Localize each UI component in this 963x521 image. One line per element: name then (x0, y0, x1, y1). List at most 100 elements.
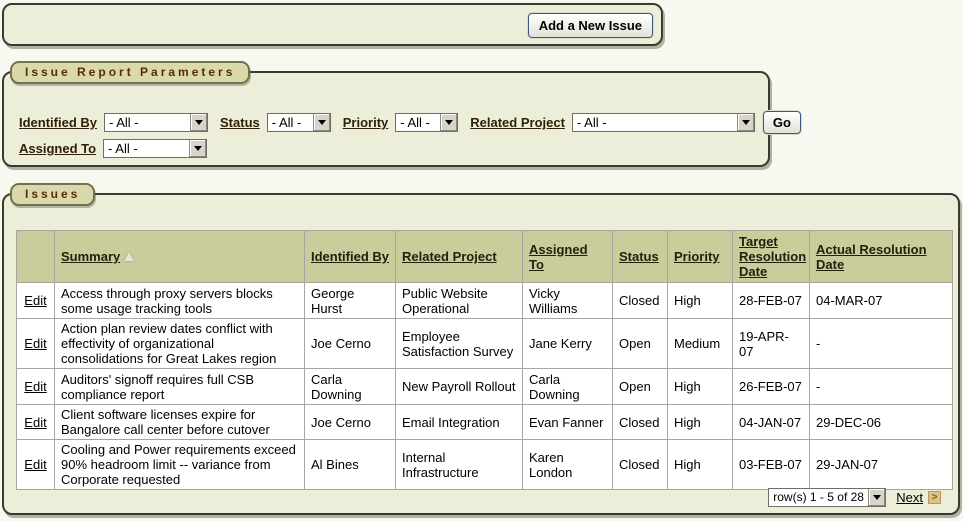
sort-asc-icon (124, 252, 135, 261)
cell-edit: Edit (16, 368, 55, 405)
column-header-edit (16, 230, 55, 283)
cell-priority: High (667, 282, 733, 319)
column-header-summary: Summary (54, 230, 305, 283)
priority-sort-link[interactable]: Priority (674, 249, 720, 264)
related-project-label[interactable]: Related Project (470, 115, 565, 130)
cell-related-project: Email Integration (395, 404, 523, 440)
cell-related-project: New Payroll Rollout (395, 368, 523, 405)
summary-sort-link[interactable]: Summary (61, 249, 120, 264)
identified-by-value: - All - (109, 115, 139, 130)
cell-actual-resolution-date: - (809, 368, 953, 405)
identified-by-sort-link[interactable]: Identified By (311, 249, 389, 264)
parameters-row-1: Identified By - All - Status - All - Pri… (19, 111, 801, 134)
status-select[interactable]: - All - (266, 113, 331, 132)
target-resolution-date-sort-link[interactable]: Target Resolution Date (739, 234, 806, 279)
cell-related-project: Public Website Operational (395, 282, 523, 319)
row-range-select[interactable]: row(s) 1 - 5 of 28 (768, 488, 887, 507)
cell-actual-resolution-date: 29-JAN-07 (809, 439, 953, 490)
cell-summary: Client software licenses expire for Bang… (54, 404, 305, 440)
table-row: Edit Cooling and Power requirements exce… (16, 439, 953, 490)
table-row: Edit Access through proxy servers blocks… (16, 282, 953, 319)
edit-link[interactable]: Edit (24, 336, 46, 351)
cell-assigned-to: Carla Downing (522, 368, 613, 405)
cell-identified-by: Joe Cerno (304, 318, 396, 369)
status-label[interactable]: Status (220, 115, 260, 130)
cell-actual-resolution-date: 29-DEC-06 (809, 404, 953, 440)
identified-by-label[interactable]: Identified By (19, 115, 97, 130)
cell-assigned-to: Karen London (522, 439, 613, 490)
assigned-to-label[interactable]: Assigned To (19, 141, 96, 156)
next-arrow-icon[interactable]: > (928, 491, 941, 504)
edit-link[interactable]: Edit (24, 379, 46, 394)
cell-target-resolution-date: 03-FEB-07 (732, 439, 810, 490)
cell-summary: Action plan review dates conflict with e… (54, 318, 305, 369)
cell-target-resolution-date: 26-FEB-07 (732, 368, 810, 405)
edit-link[interactable]: Edit (24, 293, 46, 308)
cell-status: Closed (612, 404, 668, 440)
cell-status: Open (612, 318, 668, 369)
cell-target-resolution-date: 28-FEB-07 (732, 282, 810, 319)
edit-link[interactable]: Edit (24, 415, 46, 430)
cell-edit: Edit (16, 318, 55, 369)
issue-report-parameters-region: Identified By - All - Status - All - Pri… (2, 71, 801, 167)
related-project-value: - All - (576, 115, 607, 130)
column-header-actual-resolution-date: Actual Resolution Date (809, 230, 953, 283)
cell-identified-by: Carla Downing (304, 368, 396, 405)
cell-actual-resolution-date: 04-MAR-07 (809, 282, 953, 319)
status-group: Status - All - (220, 113, 331, 132)
cell-summary: Cooling and Power requirements exceed 90… (54, 439, 305, 490)
cell-identified-by: George Hurst (304, 282, 396, 319)
related-project-sort-link[interactable]: Related Project (402, 249, 497, 264)
table-row: Edit Auditors' signoff requires full CSB… (16, 368, 953, 405)
cell-target-resolution-date: 19-APR-07 (732, 318, 810, 369)
cell-edit: Edit (16, 439, 55, 490)
assigned-to-sort-link[interactable]: Assigned To (529, 242, 588, 272)
issues-table-body: Edit Access through proxy servers blocks… (16, 282, 953, 490)
dropdown-arrow-icon (312, 114, 330, 131)
cell-identified-by: Joe Cerno (304, 404, 396, 440)
cell-priority: High (667, 404, 733, 440)
cell-assigned-to: Vicky Williams (522, 282, 613, 319)
cell-target-resolution-date: 04-JAN-07 (732, 404, 810, 440)
cell-related-project: Internal Infrastructure (395, 439, 523, 490)
column-header-priority: Priority (667, 230, 733, 283)
cell-summary: Auditors' signoff requires full CSB comp… (54, 368, 305, 405)
identified-by-select[interactable]: - All - (104, 113, 209, 132)
issues-table: Summary Identified By Related Project As… (16, 230, 953, 490)
cell-summary: Access through proxy servers blocks some… (54, 282, 305, 319)
add-new-issue-button[interactable]: Add a New Issue (527, 13, 653, 38)
assigned-to-select[interactable]: - All - (103, 139, 208, 158)
cell-priority: Medium (667, 318, 733, 369)
dropdown-arrow-icon (189, 140, 207, 157)
toolbar-region: Add a New Issue (2, 3, 663, 46)
priority-group: Priority - All - (343, 113, 459, 132)
go-button[interactable]: Go (762, 111, 801, 134)
related-project-select[interactable]: - All - (571, 113, 755, 132)
status-value: - All - (271, 115, 302, 130)
cell-status: Closed (612, 439, 668, 490)
cell-assigned-to: Evan Fanner (522, 404, 613, 440)
cell-status: Open (612, 368, 668, 405)
identified-by-group: Identified By - All - (19, 113, 209, 132)
pagination-bar: row(s) 1 - 5 of 28 Next > (768, 488, 941, 507)
status-sort-link[interactable]: Status (619, 249, 659, 264)
issues-region: Summary Identified By Related Project As… (2, 193, 960, 515)
table-row: Edit Client software licenses expire for… (16, 404, 953, 440)
dropdown-arrow-icon (868, 489, 886, 506)
issue-report-parameters-title: Issue Report Parameters (10, 61, 251, 84)
priority-select[interactable]: - All - (395, 113, 459, 132)
table-row: Edit Action plan review dates conflict w… (16, 318, 953, 369)
cell-actual-resolution-date: - (809, 318, 953, 369)
cell-priority: High (667, 439, 733, 490)
priority-label[interactable]: Priority (343, 115, 389, 130)
parameters-row-2: Assigned To - All - (19, 139, 219, 158)
edit-link[interactable]: Edit (24, 457, 46, 472)
column-header-status: Status (612, 230, 668, 283)
assigned-to-group: Assigned To - All - (19, 139, 208, 158)
cell-identified-by: Al Bines (304, 439, 396, 490)
cell-assigned-to: Jane Kerry (522, 318, 613, 369)
column-header-identified-by: Identified By (304, 230, 396, 283)
next-link[interactable]: Next (896, 490, 923, 505)
actual-resolution-date-sort-link[interactable]: Actual Resolution Date (816, 242, 927, 272)
row-range-value: row(s) 1 - 5 of 28 (773, 490, 864, 504)
